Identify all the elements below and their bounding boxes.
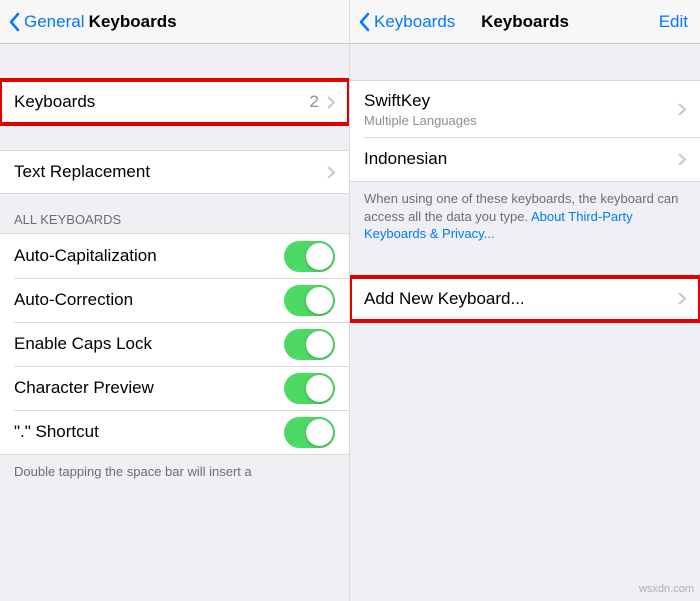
keyboard-list-group: SwiftKey Multiple Languages Indonesian	[350, 80, 700, 182]
auto-capitalization-toggle[interactable]	[284, 241, 335, 272]
all-keyboards-header: ALL KEYBOARDS	[0, 194, 349, 233]
character-preview-row: Character Preview	[0, 366, 349, 410]
watermark: wsxdn.com	[639, 583, 694, 595]
back-button[interactable]: Keyboards	[358, 12, 455, 32]
period-shortcut-toggle[interactable]	[284, 417, 335, 448]
chevron-right-icon	[327, 166, 335, 179]
add-keyboard-label: Add New Keyboard...	[364, 289, 678, 309]
keyboard-label: Indonesian	[364, 149, 678, 169]
third-party-footer: When using one of these keyboards, the k…	[350, 182, 700, 251]
back-button[interactable]: General	[8, 12, 84, 32]
keyboard-sublabel: Multiple Languages	[364, 113, 678, 128]
keyboards-list-panel: Keyboards Keyboards Edit SwiftKey Multip…	[350, 0, 700, 601]
keyboards-label: Keyboards	[14, 92, 310, 112]
enable-caps-lock-row: Enable Caps Lock	[0, 322, 349, 366]
toggle-label: Auto-Capitalization	[14, 246, 284, 266]
chevron-left-icon	[358, 12, 370, 32]
chevron-right-icon	[327, 96, 335, 109]
back-label: Keyboards	[374, 12, 455, 32]
back-label: General	[24, 12, 84, 32]
settings-keyboards-panel: General Keyboards Keyboards 2 Text Repla…	[0, 0, 350, 601]
keyboard-row-indonesian[interactable]: Indonesian	[350, 137, 700, 181]
auto-correction-row: Auto-Correction	[0, 278, 349, 322]
keyboard-row-swiftkey[interactable]: SwiftKey Multiple Languages	[350, 81, 700, 137]
toggle-label: "." Shortcut	[14, 422, 284, 442]
page-title: Keyboards	[481, 12, 569, 32]
toggle-label: Auto-Correction	[14, 290, 284, 310]
add-new-keyboard-row[interactable]: Add New Keyboard...	[350, 277, 700, 321]
edit-button[interactable]: Edit	[659, 12, 688, 32]
navbar-right: Keyboards Keyboards Edit	[350, 0, 700, 44]
keyboard-label: SwiftKey	[364, 91, 678, 111]
text-replacement-row[interactable]: Text Replacement	[0, 150, 349, 194]
period-shortcut-row: "." Shortcut	[0, 410, 349, 454]
toggles-group: Auto-Capitalization Auto-Correction Enab…	[0, 233, 349, 455]
text-replacement-label: Text Replacement	[14, 162, 327, 182]
keyboards-row[interactable]: Keyboards 2	[0, 80, 349, 124]
page-title: Keyboards	[89, 12, 177, 32]
navbar-left: General Keyboards	[0, 0, 349, 44]
chevron-right-icon	[678, 153, 686, 166]
shortcut-footer: Double tapping the space bar will insert…	[0, 455, 349, 489]
toggle-label: Enable Caps Lock	[14, 334, 284, 354]
enable-caps-lock-toggle[interactable]	[284, 329, 335, 360]
auto-capitalization-row: Auto-Capitalization	[0, 234, 349, 278]
character-preview-toggle[interactable]	[284, 373, 335, 404]
chevron-right-icon	[678, 292, 686, 305]
keyboards-count: 2	[310, 92, 319, 112]
auto-correction-toggle[interactable]	[284, 285, 335, 316]
toggle-label: Character Preview	[14, 378, 284, 398]
chevron-right-icon	[678, 103, 686, 116]
chevron-left-icon	[8, 12, 20, 32]
